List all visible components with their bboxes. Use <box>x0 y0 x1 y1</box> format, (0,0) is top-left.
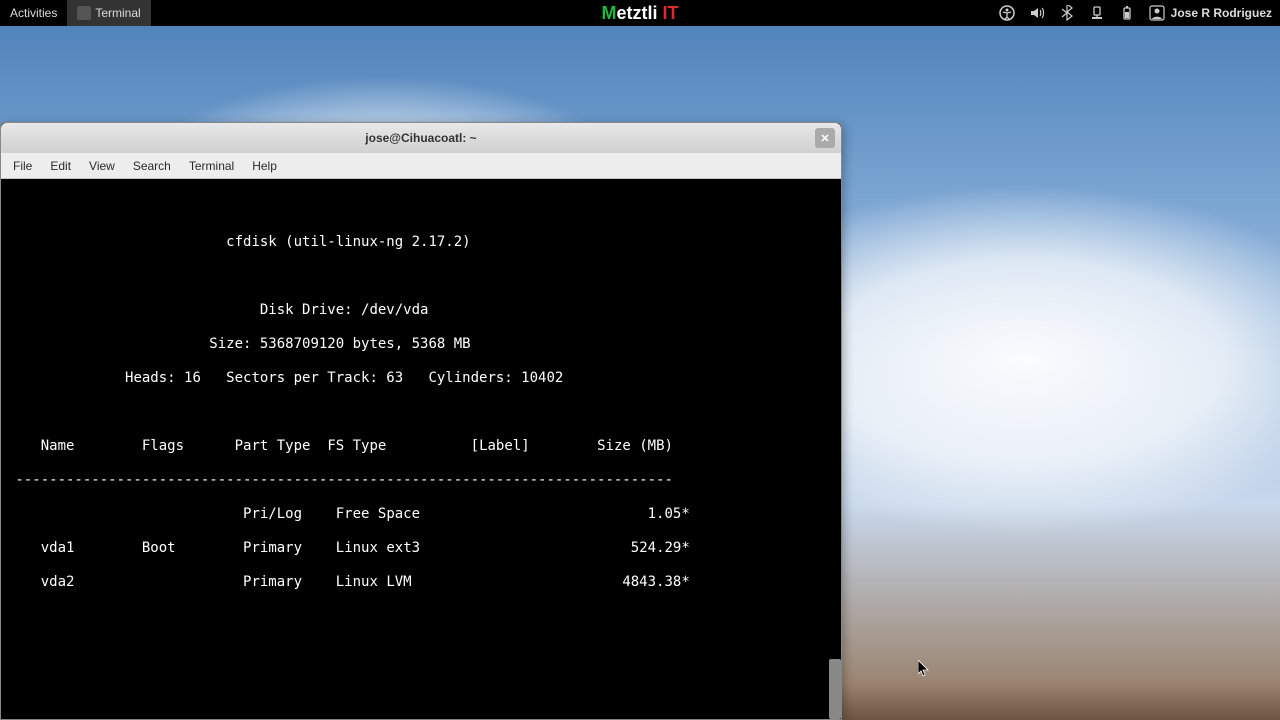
table-row[interactable]: vda2 Primary Linux LVM 4843.38* <box>7 574 835 591</box>
window-close-button[interactable]: ✕ <box>815 128 835 148</box>
activities-button[interactable]: Activities <box>0 0 67 26</box>
terminal-content[interactable]: cfdisk (util-linux-ng 2.17.2) Disk Drive… <box>1 179 841 719</box>
menu-terminal[interactable]: Terminal <box>181 157 242 175</box>
volume-icon[interactable] <box>1029 5 1045 21</box>
user-menu-button[interactable]: Jose R Rodriguez <box>1149 5 1272 21</box>
menu-view[interactable]: View <box>81 157 123 175</box>
gnome-top-panel: Activities Terminal Metztli IT Jose R Ro… <box>0 0 1280 26</box>
menu-help[interactable]: Help <box>244 157 285 175</box>
brand-logo: Metztli IT <box>601 3 678 24</box>
menu-search[interactable]: Search <box>125 157 179 175</box>
terminal-menubar: File Edit View Search Terminal Help <box>1 153 841 179</box>
menu-edit[interactable]: Edit <box>42 157 79 175</box>
terminal-scrollbar[interactable] <box>829 659 841 719</box>
disk-drive: Disk Drive: /dev/vda <box>260 302 429 318</box>
window-titlebar[interactable]: jose@Cihuacoatl: ~ ✕ <box>1 123 841 153</box>
battery-icon[interactable] <box>1119 5 1135 21</box>
user-name-label: Jose R Rodriguez <box>1171 6 1272 20</box>
bluetooth-icon[interactable] <box>1059 5 1075 21</box>
disk-geometry: Heads: 16 Sectors per Track: 63 Cylinder… <box>125 370 563 386</box>
close-icon: ✕ <box>820 132 829 145</box>
app-menu-button[interactable]: Terminal <box>67 0 150 26</box>
terminal-app-icon <box>77 6 91 20</box>
network-icon[interactable] <box>1089 5 1105 21</box>
window-title: jose@Cihuacoatl: ~ <box>365 131 476 145</box>
accessibility-icon[interactable] <box>999 5 1015 21</box>
cfdisk-version: cfdisk (util-linux-ng 2.17.2) <box>226 234 470 250</box>
app-menu-label: Terminal <box>95 6 140 20</box>
table-row[interactable]: Pri/Log Free Space 1.05* <box>7 506 835 523</box>
menu-file[interactable]: File <box>5 157 40 175</box>
terminal-window: jose@Cihuacoatl: ~ ✕ File Edit View Sear… <box>0 122 842 720</box>
table-row[interactable]: vda1 Boot Primary Linux ext3 524.29* <box>7 540 835 557</box>
disk-size: Size: 5368709120 bytes, 5368 MB <box>209 336 470 352</box>
